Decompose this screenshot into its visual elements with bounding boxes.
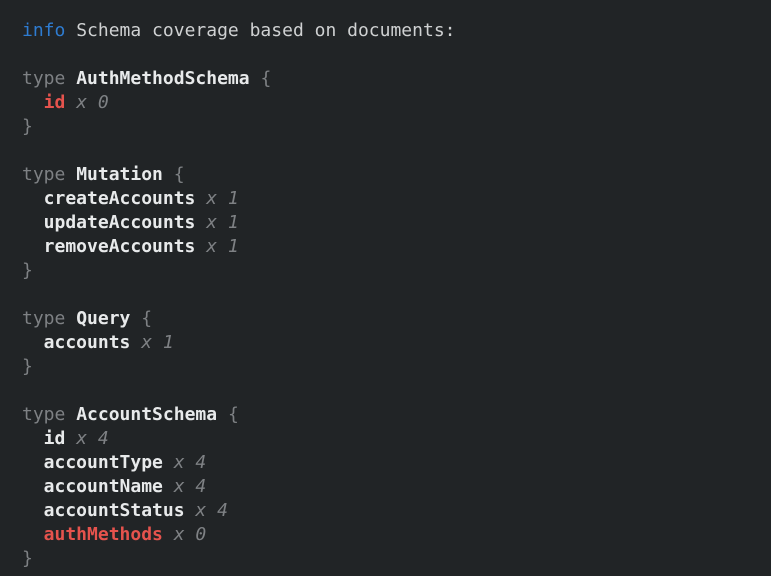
log-level-badge: info [22,20,65,41]
close-brace: } [22,260,33,281]
blank-line [22,43,771,67]
field-count: x 0 [76,92,109,113]
type-keyword: type [22,68,65,89]
field-name: createAccounts [44,188,196,209]
type-header: type AuthMethodSchema { [22,67,771,91]
type-block-query: type Query { accounts x 1 } [22,307,771,379]
field-line: updateAccounts x 1 [22,211,771,235]
open-brace: { [141,308,152,329]
field-name: accountName [44,476,163,497]
terminal-output[interactable]: info Schema coverage based on documents:… [0,0,771,576]
field-line: id x 0 [22,91,771,115]
field-count: x 1 [206,188,239,209]
type-block-mutation: type Mutation { createAccounts x 1 updat… [22,163,771,283]
log-message: Schema coverage based on documents: [76,20,455,41]
type-header: type Mutation { [22,163,771,187]
close-line: } [22,115,771,139]
open-brace: { [260,68,271,89]
field-line: removeAccounts x 1 [22,235,771,259]
field-line: createAccounts x 1 [22,187,771,211]
type-name: Mutation [76,164,163,185]
type-block-auth-method-schema: type AuthMethodSchema { id x 0 } [22,67,771,139]
field-name: removeAccounts [44,236,196,257]
open-brace: { [174,164,185,185]
blank-line [22,379,771,403]
type-name: Query [76,308,130,329]
field-count: x 1 [206,212,239,233]
field-count: x 4 [195,500,228,521]
type-name: AccountSchema [76,404,217,425]
close-line: } [22,259,771,283]
field-line: authMethods x 0 [22,523,771,547]
field-count: x 0 [174,524,207,545]
close-line: } [22,547,771,571]
field-name: accountStatus [44,500,185,521]
field-name: id [44,428,66,449]
field-name: updateAccounts [44,212,196,233]
blank-line [22,139,771,163]
open-brace: { [228,404,239,425]
field-name: accounts [44,332,131,353]
type-keyword: type [22,164,65,185]
info-line: info Schema coverage based on documents: [22,19,771,43]
field-name: accountType [44,452,163,473]
field-line: accountStatus x 4 [22,499,771,523]
field-line: id x 4 [22,427,771,451]
field-count: x 4 [174,452,207,473]
close-brace: } [22,548,33,569]
field-name: id [44,92,66,113]
field-line: accountName x 4 [22,475,771,499]
field-line: accountType x 4 [22,451,771,475]
field-count: x 1 [206,236,239,257]
field-count: x 4 [174,476,207,497]
type-name: AuthMethodSchema [76,68,249,89]
close-brace: } [22,356,33,377]
type-block-account-schema: type AccountSchema { id x 4 accountType … [22,403,771,571]
type-header: type Query { [22,307,771,331]
type-keyword: type [22,404,65,425]
field-name: authMethods [44,524,163,545]
close-brace: } [22,116,33,137]
field-count: x 1 [141,332,174,353]
field-line: accounts x 1 [22,331,771,355]
type-keyword: type [22,308,65,329]
blank-line [22,283,771,307]
type-header: type AccountSchema { [22,403,771,427]
field-count: x 4 [76,428,109,449]
close-line: } [22,355,771,379]
